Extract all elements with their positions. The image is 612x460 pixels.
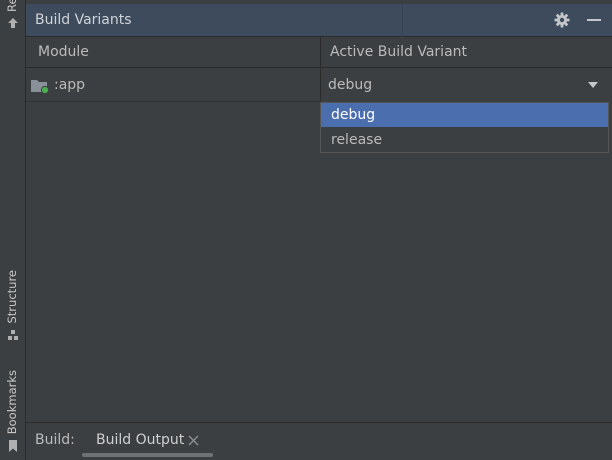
bookmarks-tab-label: Bookmarks — [5, 370, 20, 435]
bookmark-icon — [7, 439, 19, 457]
dropdown-option-label: release — [331, 132, 383, 148]
table-header: Module Active Build Variant — [26, 37, 612, 68]
column-divider[interactable] — [320, 37, 321, 68]
header-divider — [402, 4, 403, 37]
dropdown-option-release[interactable]: release — [321, 128, 608, 152]
tool-icon — [7, 17, 19, 33]
tool-window-strip: Re Structure Bookmarks — [0, 0, 26, 460]
top-tool-tab-label: Re — [7, 0, 19, 12]
table-row[interactable]: :app debug — [26, 68, 612, 102]
active-variant-value: debug — [328, 77, 373, 93]
variant-dropdown: debug release — [320, 102, 609, 153]
structure-tab[interactable]: Structure — [0, 270, 26, 345]
module-name: :app — [54, 77, 86, 93]
build-label: Build: — [35, 432, 75, 448]
chevron-down-icon[interactable] — [588, 82, 598, 88]
panel-header: Build Variants — [26, 4, 612, 37]
structure-icon — [7, 329, 19, 345]
close-icon[interactable] — [188, 435, 199, 446]
bookmarks-tab[interactable]: Bookmarks — [0, 370, 26, 457]
horizontal-scrollbar-thumb[interactable] — [82, 453, 213, 457]
active-variant-select[interactable]: debug — [320, 68, 612, 102]
top-tool-tab[interactable]: Re — [0, 0, 26, 33]
build-variants-panel: Build Variants Module Active Build Varia… — [26, 0, 612, 460]
build-output-tab[interactable]: Build Output — [96, 432, 184, 448]
structure-tab-label: Structure — [5, 270, 20, 324]
module-folder-icon — [31, 80, 50, 95]
panel-title: Build Variants — [35, 12, 132, 28]
column-header-module[interactable]: Module — [38, 44, 89, 60]
column-header-active-build-variant[interactable]: Active Build Variant — [330, 44, 467, 60]
dropdown-option-label: debug — [331, 107, 376, 123]
gear-icon[interactable] — [554, 12, 570, 28]
dropdown-option-debug[interactable]: debug — [321, 103, 608, 127]
build-bottom-bar: Build: Build Output — [26, 422, 612, 460]
minimize-icon[interactable] — [585, 12, 603, 28]
